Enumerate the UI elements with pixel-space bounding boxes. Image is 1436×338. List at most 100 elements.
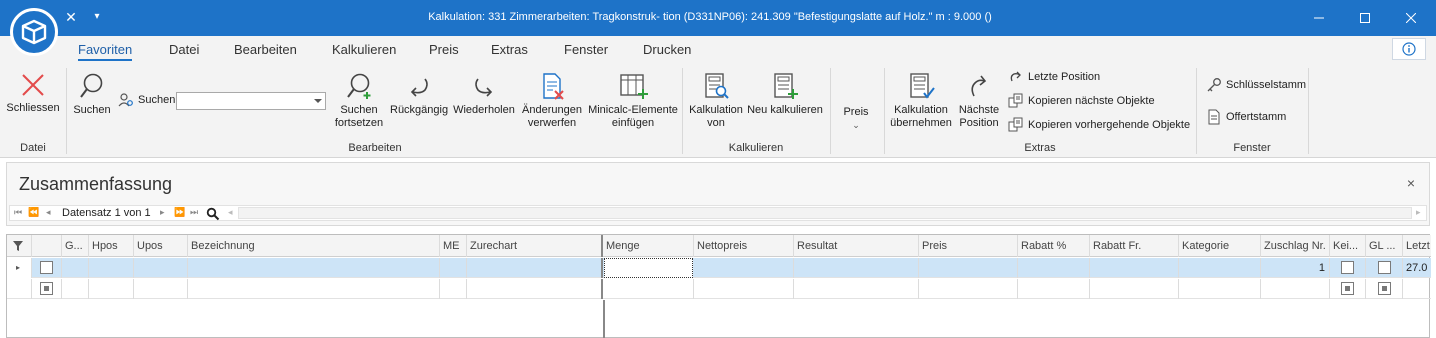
cell-rabatt-prozent[interactable] xyxy=(1018,279,1090,299)
suchen-combobox[interactable] xyxy=(176,92,326,110)
rueckgaengig-button[interactable]: Rückgängig xyxy=(390,72,448,117)
column-header-kei[interactable]: Kei... xyxy=(1330,235,1366,257)
kei-checkbox[interactable] xyxy=(1341,261,1354,274)
cell-zuschlag-nr[interactable]: 1 xyxy=(1261,258,1330,278)
schluesselstamm-button[interactable]: Schlüsselstamm xyxy=(1206,77,1306,93)
close-window-button[interactable] xyxy=(1388,0,1434,36)
column-header-me[interactable]: ME xyxy=(440,235,467,257)
cell-resultat[interactable] xyxy=(794,258,919,278)
cell-nettopreis[interactable] xyxy=(694,279,794,299)
row-checkbox-indeterminate[interactable] xyxy=(40,282,53,295)
filter-header[interactable] xyxy=(7,235,32,257)
column-header-rabatt-prozent[interactable]: Rabatt % xyxy=(1018,235,1090,257)
cell-letzt[interactable]: 27.0 xyxy=(1403,258,1431,278)
kopieren-naechste-button[interactable]: Kopieren nächste Objekte xyxy=(1008,93,1155,109)
preis-dropdown[interactable]: Preis ⌄ xyxy=(836,106,876,132)
cell-rabatt-prozent[interactable] xyxy=(1018,258,1090,278)
last-record-icon[interactable]: ⏭ xyxy=(190,207,198,218)
tab-preis[interactable]: Preis xyxy=(429,42,459,57)
cell-menge[interactable] xyxy=(604,258,693,278)
cell-upos[interactable] xyxy=(134,258,188,278)
column-header-zurechart[interactable]: Zurechart xyxy=(467,235,603,257)
cell-resultat[interactable] xyxy=(794,279,919,299)
tab-drucken[interactable]: Drucken xyxy=(643,42,691,57)
next-record-icon[interactable]: ▸ xyxy=(160,207,165,218)
cell-rabatt-fr[interactable] xyxy=(1090,279,1179,299)
horizontal-scrollbar[interactable] xyxy=(238,207,1412,219)
gl-checkbox[interactable] xyxy=(1378,261,1391,274)
cell-gl[interactable] xyxy=(1366,258,1403,278)
wiederholen-button[interactable]: Wiederholen xyxy=(452,72,516,117)
column-header-upos[interactable]: Upos xyxy=(134,235,188,257)
cell-zurechart[interactable] xyxy=(467,279,603,299)
cell-kategorie[interactable] xyxy=(1179,258,1261,278)
search-icon[interactable] xyxy=(206,207,220,221)
kalkulation-von-button[interactable]: Kalkulation von xyxy=(688,72,744,130)
row-checkbox[interactable] xyxy=(40,261,53,274)
quick-access-dropdown-icon[interactable]: ▾ xyxy=(88,8,106,26)
kalkulation-uebernehmen-button[interactable]: Kalkulation übernehmen xyxy=(888,72,954,130)
chevron-down-icon[interactable] xyxy=(314,99,322,103)
cell-zuschlag-nr[interactable] xyxy=(1261,279,1330,299)
prev-record-icon[interactable]: ◂ xyxy=(46,207,51,218)
neu-kalkulieren-button[interactable]: Neu kalkulieren xyxy=(746,72,824,117)
cell-me[interactable] xyxy=(440,258,467,278)
cell-kei[interactable] xyxy=(1330,258,1366,278)
column-header-g[interactable]: G... xyxy=(62,235,89,257)
tab-datei[interactable]: Datei xyxy=(169,42,199,57)
tab-favoriten[interactable]: Favoriten xyxy=(78,42,133,61)
info-button[interactable] xyxy=(1392,38,1426,60)
new-item-row[interactable] xyxy=(7,279,1431,299)
cell-menge[interactable] xyxy=(603,279,694,299)
close-x-icon[interactable]: ✕ xyxy=(62,8,80,26)
naechste-position-button[interactable]: Nächste Position xyxy=(956,72,1002,130)
suchen-button[interactable]: Suchen xyxy=(72,72,112,117)
column-header-resultat[interactable]: Resultat xyxy=(794,235,919,257)
cell-hpos[interactable] xyxy=(89,258,134,278)
scroll-right-icon[interactable]: ▸ xyxy=(1416,207,1421,218)
column-header-preis[interactable]: Preis xyxy=(919,235,1018,257)
cell-kategorie[interactable] xyxy=(1179,279,1261,299)
panel-close-icon[interactable]: × xyxy=(1407,175,1415,191)
cell-me[interactable] xyxy=(440,279,467,299)
cell-bezeichnung[interactable] xyxy=(188,279,440,299)
app-logo[interactable] xyxy=(10,8,58,56)
cell-letzt[interactable] xyxy=(1403,279,1431,299)
first-record-icon[interactable]: ⏮ xyxy=(14,207,22,218)
cell-preis[interactable] xyxy=(919,258,1018,278)
tab-bearbeiten[interactable]: Bearbeiten xyxy=(234,42,297,57)
minicalc-einfuegen-button[interactable]: Minicalc-Elemente einfügen xyxy=(588,72,678,130)
scroll-left-icon[interactable]: ◂ xyxy=(228,207,233,218)
kei-checkbox-indeterminate[interactable] xyxy=(1341,282,1354,295)
cell-hpos[interactable] xyxy=(89,279,134,299)
schliessen-button[interactable]: Schliessen xyxy=(6,72,60,115)
row-select-cell[interactable] xyxy=(32,279,62,299)
cell-g[interactable] xyxy=(62,258,89,278)
column-header-rabatt-fr[interactable]: Rabatt Fr. xyxy=(1090,235,1179,257)
next-page-icon[interactable]: ⏩ xyxy=(174,207,185,218)
cell-nettopreis[interactable] xyxy=(694,258,794,278)
cell-upos[interactable] xyxy=(134,279,188,299)
minimize-button[interactable] xyxy=(1296,0,1342,36)
cell-preis[interactable] xyxy=(919,279,1018,299)
kopieren-vorhergehende-button[interactable]: Kopieren vorhergehende Objekte xyxy=(1008,117,1190,133)
aenderungen-verwerfen-button[interactable]: Änderungen verwerfen xyxy=(520,72,584,130)
column-header-menge[interactable]: Menge xyxy=(603,235,694,257)
gl-checkbox-indeterminate[interactable] xyxy=(1378,282,1391,295)
tab-extras[interactable]: Extras xyxy=(491,42,528,57)
maximize-button[interactable] xyxy=(1342,0,1388,36)
row-select-cell[interactable] xyxy=(32,258,62,278)
cell-kei[interactable] xyxy=(1330,279,1366,299)
letzte-position-button[interactable]: Letzte Position xyxy=(1008,69,1100,85)
cell-rabatt-fr[interactable] xyxy=(1090,258,1179,278)
column-header-kategorie[interactable]: Kategorie xyxy=(1179,235,1261,257)
tab-fenster[interactable]: Fenster xyxy=(564,42,608,57)
suchen-fortsetzen-button[interactable]: Suchen fortsetzen xyxy=(330,72,388,130)
cell-gl[interactable] xyxy=(1366,279,1403,299)
column-header-zuschlag-nr[interactable]: Zuschlag Nr. xyxy=(1261,235,1330,257)
column-header-letzt[interactable]: Letzt xyxy=(1403,235,1431,257)
column-header-gl[interactable]: GL ... xyxy=(1366,235,1403,257)
table-row[interactable]: ▸ 1 27.0 xyxy=(7,258,1431,278)
tab-kalkulieren[interactable]: Kalkulieren xyxy=(332,42,396,57)
prev-page-icon[interactable]: ⏪ xyxy=(28,207,39,218)
